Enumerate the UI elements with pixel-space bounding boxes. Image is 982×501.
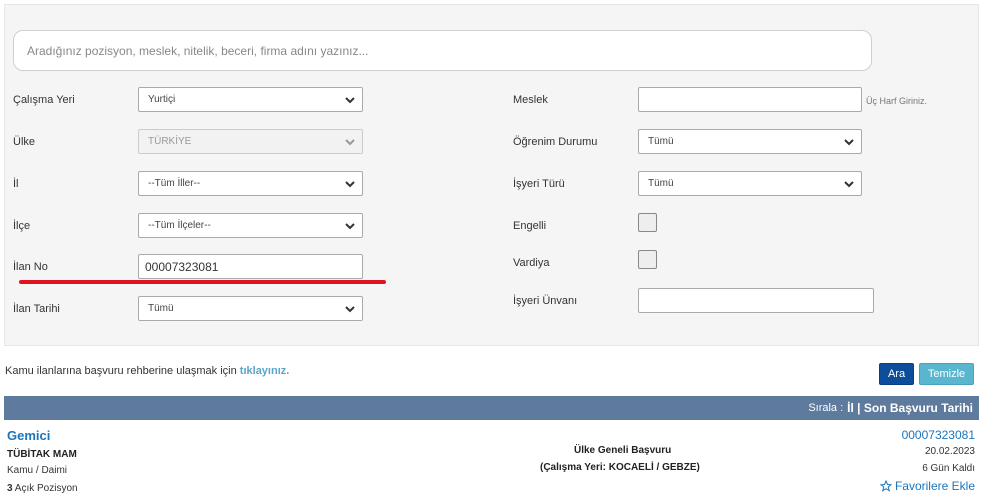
chevron-down-icon bbox=[844, 139, 854, 146]
engelli-checkbox[interactable] bbox=[638, 213, 657, 232]
company-name: TÜBİTAK MAM bbox=[7, 449, 77, 460]
sort-options[interactable]: İl | Son Başvuru Tarihi bbox=[847, 401, 973, 415]
il-label: İl bbox=[13, 178, 19, 190]
list-item: Gemici TÜBİTAK MAM Kamu / Daimi 3 Açık P… bbox=[4, 421, 979, 501]
ilan-no-label: İlan No bbox=[13, 261, 48, 273]
ilce-label: İlçe bbox=[13, 220, 31, 232]
chevron-down-icon bbox=[844, 181, 854, 188]
chevron-down-icon bbox=[345, 181, 355, 188]
guide-note: Kamu ilanlarına başvuru rehberine ulaşma… bbox=[5, 365, 289, 377]
highlight-underline bbox=[19, 280, 386, 284]
meslek-input[interactable] bbox=[638, 87, 862, 112]
isyeri-unvani-label: İşyeri Ünvanı bbox=[513, 295, 578, 307]
ilan-no-input[interactable]: 00007323081 bbox=[138, 254, 363, 279]
ilan-tarihi-select[interactable]: Tümü bbox=[138, 296, 363, 321]
ulke-value: TÜRKİYE bbox=[148, 136, 192, 147]
meslek-label: Meslek bbox=[513, 94, 548, 106]
days-left: 6 Gün Kaldı bbox=[922, 463, 975, 474]
job-location: (Çalışma Yeri: KOCAELİ / GEBZE) bbox=[540, 462, 700, 473]
chevron-down-icon bbox=[345, 97, 355, 104]
guide-link[interactable]: tıklayınız. bbox=[240, 365, 290, 377]
ilan-tarihi-value: Tümü bbox=[148, 303, 174, 314]
application-scope: Ülke Geneli Başvuru bbox=[574, 445, 672, 456]
isyeri-turu-label: İşyeri Türü bbox=[513, 178, 565, 190]
il-value: --Tüm İller-- bbox=[148, 178, 201, 189]
ilce-select[interactable]: --Tüm İlçeler-- bbox=[138, 213, 363, 238]
chevron-down-icon bbox=[345, 223, 355, 230]
sort-bar: Sırala : İl | Son Başvuru Tarihi bbox=[4, 396, 979, 420]
search-input[interactable]: Aradığınız pozisyon, meslek, nitelik, be… bbox=[13, 30, 872, 71]
vardiya-checkbox[interactable] bbox=[638, 250, 657, 269]
ulke-label: Ülke bbox=[13, 136, 36, 148]
search-placeholder: Aradığınız pozisyon, meslek, nitelik, be… bbox=[27, 43, 369, 58]
guide-note-text: Kamu ilanlarına başvuru rehberine ulaşma… bbox=[5, 365, 240, 377]
star-icon bbox=[879, 480, 892, 492]
calisma-yeri-label: Çalışma Yeri bbox=[13, 94, 75, 106]
search-panel: Aradığınız pozisyon, meslek, nitelik, be… bbox=[4, 4, 979, 346]
job-title-link[interactable]: Gemici bbox=[7, 428, 50, 443]
engelli-label: Engelli bbox=[513, 220, 547, 232]
vardiya-label: Vardiya bbox=[513, 257, 550, 269]
ilce-value: --Tüm İlçeler-- bbox=[148, 220, 211, 231]
clear-button[interactable]: Temizle bbox=[919, 363, 974, 385]
sort-prefix: Sırala : bbox=[808, 402, 844, 414]
isyeri-turu-select[interactable]: Tümü bbox=[638, 171, 862, 196]
ogrenim-select[interactable]: Tümü bbox=[638, 129, 862, 154]
job-type: Kamu / Daimi bbox=[7, 465, 68, 476]
ogrenim-label: Öğrenim Durumu bbox=[513, 136, 598, 148]
positions-label: Açık Pozisyon bbox=[12, 483, 78, 494]
calisma-yeri-select[interactable]: Yurtiçi bbox=[138, 87, 363, 112]
add-favorite-button[interactable]: Favorilere Ekle bbox=[879, 479, 975, 493]
meslek-hint: Üç Harf Giriniz. bbox=[866, 96, 928, 106]
favorite-label: Favorilere Ekle bbox=[894, 479, 975, 493]
isyeri-turu-value: Tümü bbox=[648, 178, 674, 189]
search-button[interactable]: Ara bbox=[879, 363, 914, 385]
ilan-tarihi-label: İlan Tarihi bbox=[13, 303, 60, 315]
isyeri-unvani-input[interactable] bbox=[638, 288, 874, 313]
ilan-no-link[interactable]: 00007323081 bbox=[902, 428, 975, 442]
deadline-date: 20.02.2023 bbox=[924, 446, 975, 457]
ogrenim-value: Tümü bbox=[648, 136, 674, 147]
chevron-down-icon bbox=[345, 306, 355, 313]
chevron-down-icon bbox=[345, 139, 355, 146]
il-select[interactable]: --Tüm İller-- bbox=[138, 171, 363, 196]
calisma-yeri-value: Yurtiçi bbox=[148, 94, 176, 105]
ulke-select: TÜRKİYE bbox=[138, 129, 363, 154]
open-positions: 3 Açık Pozisyon bbox=[7, 483, 78, 494]
ilan-no-value: 00007323081 bbox=[145, 259, 219, 274]
